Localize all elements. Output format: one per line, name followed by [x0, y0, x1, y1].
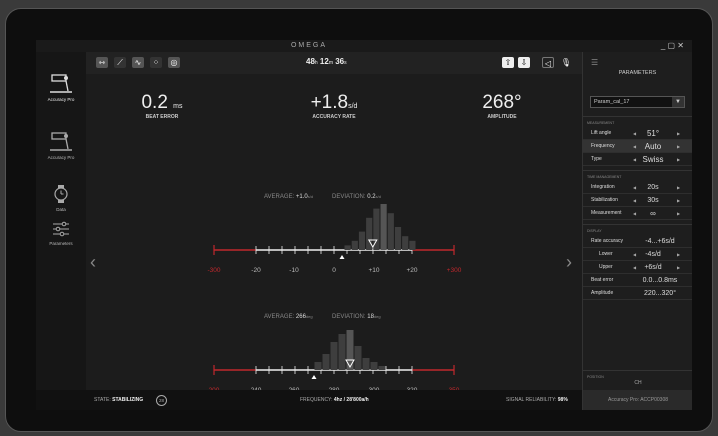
param-rate-accuracy[interactable]: Rate accuracy -4...+6s/d: [583, 235, 692, 248]
panel-header: ☰ PARAMETERS: [583, 52, 692, 96]
accuracy-rate-value: +1.8: [310, 92, 349, 113]
param-beat-error[interactable]: Beat error 0.0...0.8ms: [583, 274, 692, 287]
param-amplitude[interactable]: Amplitude 220...320°: [583, 287, 692, 300]
accuracy-rate-label: ACCURACY RATE: [312, 114, 356, 120]
next-arrow-icon[interactable]: ›: [566, 252, 572, 273]
line-chart-icon[interactable]: ∿: [132, 57, 144, 68]
rate-histogram: -300 -20 -10 0 +10 +20 +300: [207, 204, 462, 274]
beat-error-value: 0.2: [141, 92, 168, 113]
beat-error-metric: 0.2 ms BEAT ERROR: [102, 92, 222, 120]
histogram-bar: [346, 330, 354, 370]
frequency-status: FREQUENCY: 4hz / 28'800a/h: [300, 397, 369, 403]
sidebar-item-data[interactable]: Data: [36, 184, 86, 212]
amplitude-value: 268°: [482, 92, 522, 113]
histogram-bar: [409, 240, 416, 250]
scatter-icon[interactable]: ⁘: [150, 57, 162, 68]
accuracy-rate-metric: +1.8s/d ACCURACY RATE: [274, 92, 394, 120]
param-frequency[interactable]: Frequency ◀ Auto ▶: [583, 140, 692, 153]
prev-arrow-icon[interactable]: ‹: [90, 252, 96, 273]
section-time-management: TIME MANAGEMENT: [583, 170, 692, 181]
window-title: OMEGA: [290, 42, 328, 49]
histogram-bar: [387, 213, 394, 250]
sidebar-item-label: Accuracy Pro: [47, 155, 75, 160]
speaker-icon[interactable]: ◁: [542, 57, 554, 68]
parameters-panel: ☰ PARAMETERS Param_cal_17 ▼ MEASUREMENT L…: [582, 52, 692, 410]
current-marker: [339, 255, 345, 259]
histogram-bar: [358, 231, 366, 250]
tick-label: 0: [332, 267, 336, 274]
sidebar-item-accuracy-pro-2[interactable]: Accuracy Pro: [36, 130, 86, 160]
beat-error-label: BEAT ERROR: [145, 114, 179, 120]
sliders-icon: [53, 221, 69, 237]
target-icon[interactable]: ◎: [168, 57, 180, 68]
microphone-icon[interactable]: 🎙: [560, 57, 572, 68]
param-type[interactable]: Type ◀ Swiss ▶: [583, 153, 692, 166]
histogram-bar: [394, 227, 402, 250]
device-footer: Accuracy Pro: ACCP00308: [583, 390, 692, 410]
tick-label: -20: [251, 267, 261, 274]
panel-title: PARAMETERS: [618, 70, 657, 76]
histogram-bar: [351, 240, 358, 250]
tick-label: -300: [207, 267, 220, 274]
state-status: STATE: STABILIZING: [94, 397, 144, 403]
sidebar-item-accuracy-pro[interactable]: Accuracy Pro: [36, 72, 86, 102]
param-integration[interactable]: Integration ◀ 20s ▶: [583, 181, 692, 194]
histogram-bar: [378, 366, 386, 370]
tick-label: +20: [406, 267, 417, 274]
sidebar-item-label: Data: [56, 207, 66, 212]
measurement-view: 0.2 ms BEAT ERROR +1.8s/d ACCURACY RATE …: [86, 74, 582, 410]
param-upper[interactable]: Upper ◀ +6s/d ▶: [583, 261, 692, 274]
histogram-bar: [344, 245, 351, 250]
profile-select[interactable]: Param_cal_17 ▼: [590, 96, 685, 108]
position-value[interactable]: CH: [583, 380, 692, 386]
sidebar-item-label: Accuracy Pro: [47, 97, 75, 102]
histogram-bar: [354, 346, 362, 370]
state-counter: 28: [156, 395, 167, 406]
histogram-bar: [370, 362, 378, 370]
param-measurement[interactable]: Measurement ◀ ∞ ▶: [583, 207, 692, 220]
download-icon[interactable]: ⇩: [518, 57, 530, 68]
window-controls[interactable]: _ ▢ ✕: [661, 40, 684, 52]
toolbar: ⇿ ⟋ ∿ ⁘ ◎ 48h 12m 36s ⇧ ⇩ ◁ 🎙: [86, 52, 582, 74]
tick-label: -10: [289, 267, 299, 274]
signal-status: SIGNAL RELIABILITY: 98%: [506, 397, 568, 403]
chevron-down-icon: ▼: [672, 97, 684, 107]
amplitude-metric: 268° AMPLITUDE: [442, 92, 562, 120]
status-bar: STATE: STABILIZING 28 FREQUENCY: 4hz / 2…: [36, 390, 582, 410]
sidebar-item-label: Parameters: [49, 241, 73, 246]
tick-label: +300: [447, 267, 462, 274]
param-stabilization[interactable]: Stabilization ◀ 30s ▶: [583, 194, 692, 207]
histogram-bar: [338, 334, 346, 370]
app-window: OMEGA _ ▢ ✕ Accuracy Pro Accuracy Pro Da…: [36, 40, 692, 410]
param-lower[interactable]: Lower ◀ -4s/d ▶: [583, 248, 692, 261]
current-marker: [311, 375, 317, 379]
histogram-bar: [330, 342, 338, 370]
timegrapher-icon: [50, 132, 72, 151]
elapsed-time: 48h 12m 36s: [306, 57, 347, 66]
timegrapher-icon: [50, 74, 72, 93]
tick-label: +10: [368, 267, 379, 274]
menu-icon[interactable]: ☰: [591, 58, 598, 67]
histogram-bar: [402, 236, 409, 250]
upload-icon[interactable]: ⇧: [502, 57, 514, 68]
histogram-bar: [362, 358, 370, 370]
watch-icon: [54, 185, 68, 203]
section-display: DISPLAY: [583, 224, 692, 235]
sidebar: Accuracy Pro Accuracy Pro Data Parameter…: [36, 52, 86, 410]
histogram-bar: [314, 362, 322, 370]
wave-icon[interactable]: ⇿: [96, 57, 108, 68]
amplitude-label: AMPLITUDE: [487, 114, 517, 120]
trend-icon[interactable]: ⟋: [114, 57, 126, 68]
section-measurement: MEASUREMENT: [583, 116, 692, 127]
param-lift-angle[interactable]: Lift angle ◀ 51° ▶: [583, 127, 692, 140]
histogram-bar: [322, 354, 330, 370]
sidebar-item-parameters[interactable]: Parameters: [36, 220, 86, 246]
histogram-bar: [380, 204, 387, 250]
